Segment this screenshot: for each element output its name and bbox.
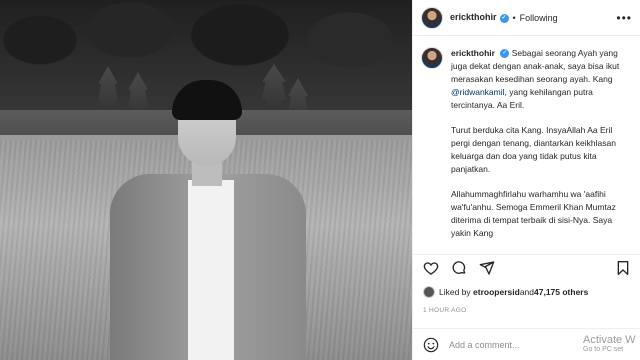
person-hair (172, 80, 242, 120)
liker-avatar[interactable] (423, 286, 435, 298)
post-actions-bar (413, 254, 640, 280)
share-icon[interactable] (479, 260, 495, 276)
comment-input[interactable] (449, 339, 579, 350)
post-photo[interactable] (0, 0, 412, 360)
bookmark-icon-svg (617, 260, 629, 275)
bookmark-icon[interactable] (615, 260, 631, 276)
caption-paragraph: Allahummaghfirlahu warhamhu wa 'aafihi w… (451, 189, 616, 238)
header-separator: • (512, 12, 516, 23)
caption-mention-link[interactable]: @ridwankamil (451, 87, 505, 97)
photo-person (110, 76, 310, 360)
emoji-icon-svg (423, 337, 439, 352)
post-timestamp[interactable]: 1 HOUR AGO (423, 307, 466, 314)
following-button[interactable]: Following (520, 13, 558, 23)
comment-icon-svg (452, 260, 466, 274)
more-options-icon[interactable]: ••• (616, 11, 632, 25)
header-username-text[interactable]: erickthohir (450, 12, 497, 22)
windows-activation-watermark: Activate W Go to PC set (583, 334, 640, 360)
person-tee (188, 180, 234, 360)
emoji-icon[interactable] (423, 337, 439, 353)
likes-prefix: Liked by (439, 287, 471, 297)
heart-icon[interactable] (423, 260, 439, 276)
share-icon-svg (479, 260, 495, 275)
post-caption: erickthohir ✓ Sebagai seorang Ayah yang … (413, 37, 640, 247)
post-side-panel: erickthohir ✓ • Following ••• erickthohir… (412, 0, 640, 360)
instagram-post: erickthohir ✓ • Following ••• erickthohir… (0, 0, 640, 360)
verified-badge-icon: ✓ (500, 49, 510, 59)
caption-username[interactable]: erickthohir (451, 48, 495, 58)
likes-summary: Liked by etroopersid and 47,175 others (423, 286, 588, 298)
watermark-line1: Activate W (583, 334, 636, 346)
header-username[interactable]: erickthohir ✓ (450, 12, 509, 23)
likes-and: and (519, 287, 534, 297)
comment-icon[interactable] (451, 260, 467, 276)
caption-paragraph: Turut berduka cita Kang. InsyaAllah Aa E… (451, 125, 616, 174)
caption-paragraph: erickthohir ✓ Sebagai seorang Ayah yang … (451, 47, 631, 112)
likes-user-link[interactable]: etroopersid (473, 287, 520, 297)
heart-icon-svg (423, 261, 439, 275)
likes-count-link[interactable]: 47,175 others (534, 287, 588, 297)
avatar[interactable] (421, 6, 443, 29)
avatar[interactable] (421, 47, 443, 69)
verified-badge-icon: ✓ (499, 13, 509, 23)
caption-text: erickthohir ✓ Sebagai seorang Ayah yang … (451, 47, 631, 247)
post-header: erickthohir ✓ • Following ••• (413, 0, 640, 36)
watermark-line2: Go to PC set (583, 346, 624, 353)
